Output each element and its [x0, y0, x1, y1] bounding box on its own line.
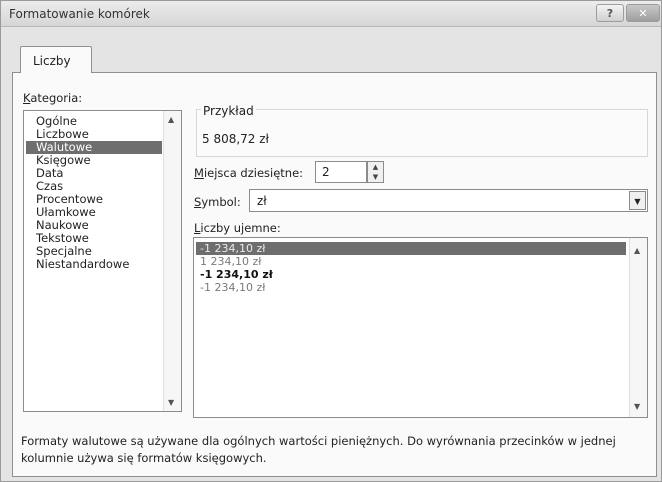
decimal-places-stepper[interactable]: ▲ ▼	[367, 161, 384, 183]
negative-numbers-list[interactable]: -1 234,10 zł 1 234,10 zł -1 234,10 zł -1…	[193, 237, 648, 418]
chevron-down-icon[interactable]: ▼	[629, 191, 646, 210]
symbol-select[interactable]: zł ▼	[249, 189, 648, 212]
close-button[interactable]: ✕	[626, 4, 660, 22]
decimal-label-text: iejsca dziesiętne:	[203, 166, 304, 180]
scroll-up-icon[interactable]: ▲	[634, 246, 640, 255]
symbol-label: Symbol:	[194, 195, 241, 209]
sample-value: 5 808,72 zł	[202, 132, 269, 146]
list-item[interactable]: 1 234,10 zł	[196, 255, 626, 268]
negative-numbers-label: Liczby ujemne:	[194, 221, 281, 235]
category-label: Kategoria:	[23, 91, 82, 105]
decimal-places-input[interactable]: 2	[315, 161, 367, 183]
scroll-down-icon[interactable]: ▼	[168, 398, 174, 407]
spin-down-icon[interactable]: ▼	[368, 172, 383, 182]
symbol-label-text: ymbol:	[201, 195, 241, 209]
format-cells-dialog: Formatowanie komórek ? ✕ Liczby Kategori…	[0, 0, 662, 482]
spin-up-icon[interactable]: ▲	[368, 162, 383, 172]
decimal-places-label: Miejsca dziesiętne:	[194, 166, 303, 180]
list-item[interactable]: -1 234,10 zł	[196, 281, 626, 294]
category-list[interactable]: Ogólne Liczbowe Walutowe Księgowe Data C…	[23, 110, 182, 412]
close-icon: ✕	[638, 6, 648, 20]
list-item[interactable]: -1 234,10 zł	[196, 268, 626, 281]
scroll-down-icon[interactable]: ▼	[634, 402, 640, 411]
symbol-value: zł	[257, 194, 267, 208]
decimal-label-hotkey: M	[194, 166, 204, 180]
tab-label: Liczby	[33, 54, 71, 68]
list-item[interactable]: Niestandardowe	[26, 258, 162, 271]
title-bar: Formatowanie komórek ? ✕	[1, 1, 661, 27]
negative-list-scrollbar[interactable]: ▲ ▼	[629, 238, 647, 417]
category-scrollbar[interactable]: ▲ ▼	[163, 111, 181, 411]
sample-label: Przykład	[201, 104, 256, 118]
negative-label-text: iczby ujemne:	[200, 221, 281, 235]
category-label-text: ategoria:	[30, 91, 83, 105]
help-button[interactable]: ?	[596, 4, 624, 22]
scroll-up-icon[interactable]: ▲	[168, 115, 174, 124]
help-icon: ?	[606, 6, 614, 20]
tab-liczby[interactable]: Liczby	[20, 46, 92, 73]
format-description: Formaty walutowe są używane dla ogólnych…	[21, 434, 616, 465]
list-item-selected[interactable]: -1 234,10 zł	[196, 242, 626, 255]
dialog-title: Formatowanie komórek	[9, 7, 150, 21]
